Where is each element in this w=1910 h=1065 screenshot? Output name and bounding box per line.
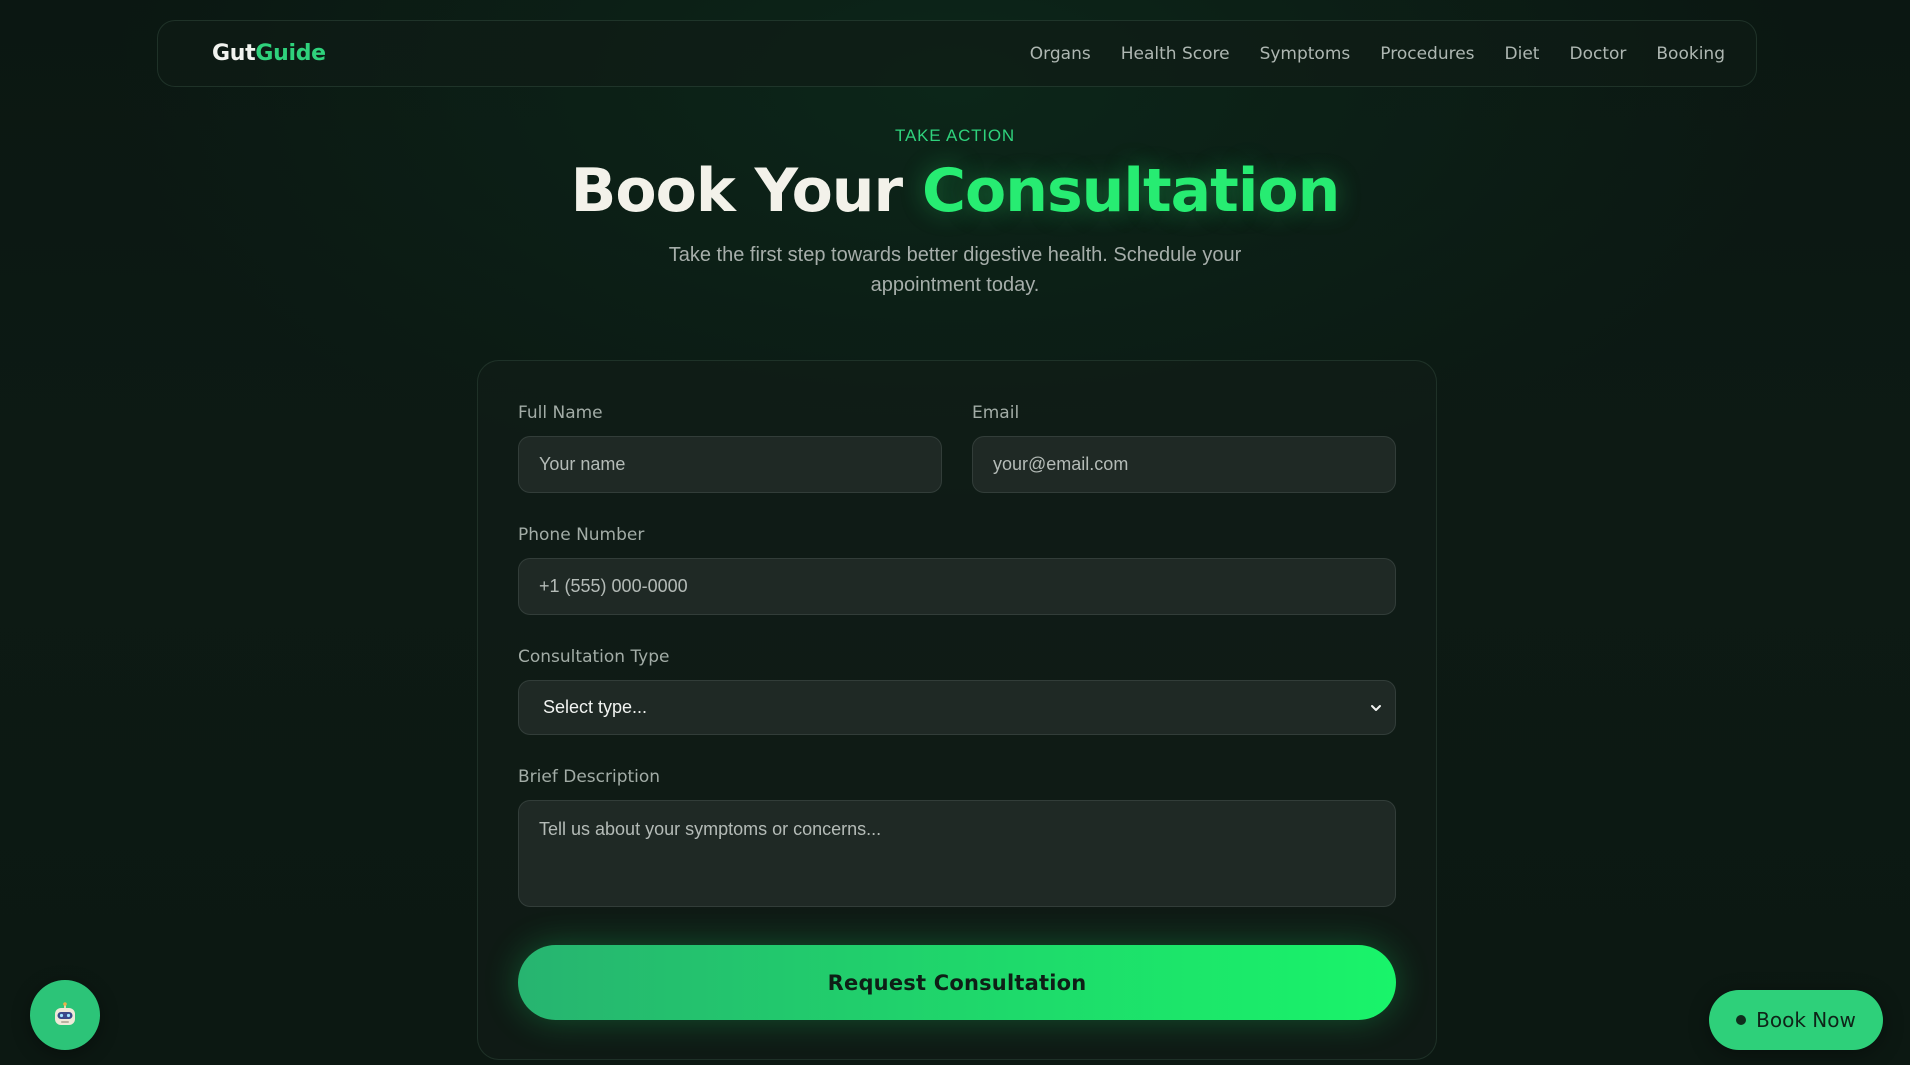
nav-link-organs[interactable]: Organs bbox=[1030, 44, 1091, 64]
page-subtitle: Take the first step towards better diges… bbox=[668, 244, 1242, 296]
full-name-input[interactable] bbox=[518, 436, 942, 493]
full-name-label: Full Name bbox=[518, 403, 603, 423]
consultation-type-select[interactable]: Select type... bbox=[518, 680, 1396, 735]
email-input[interactable] bbox=[972, 436, 1396, 493]
brand-name-part1: Gut bbox=[212, 41, 256, 66]
request-consultation-button[interactable]: Request Consultation bbox=[518, 945, 1396, 1020]
nav-links: Organs Health Score Symptoms Procedures … bbox=[1030, 44, 1725, 64]
section-eyebrow: TAKE ACTION bbox=[895, 126, 1015, 145]
consultation-type-label: Consultation Type bbox=[518, 647, 670, 667]
page-title-part2: Consultation bbox=[922, 156, 1340, 226]
status-dot-icon bbox=[1736, 1015, 1747, 1025]
nav-link-symptoms[interactable]: Symptoms bbox=[1260, 44, 1351, 64]
brand-logo[interactable]: GutGuide bbox=[212, 41, 326, 66]
chat-bot-button[interactable] bbox=[30, 980, 100, 1050]
nav-link-booking[interactable]: Booking bbox=[1656, 44, 1725, 64]
page-title-part1: Book Your bbox=[570, 156, 922, 226]
book-now-button[interactable]: Book Now bbox=[1709, 990, 1883, 1050]
nav-link-diet[interactable]: Diet bbox=[1505, 44, 1540, 64]
brand-name-part2: Guide bbox=[255, 41, 326, 66]
nav-link-doctor[interactable]: Doctor bbox=[1569, 44, 1626, 64]
navbar: GutGuide Organs Health Score Symptoms Pr… bbox=[157, 20, 1757, 87]
book-now-label: Book Now bbox=[1756, 1008, 1856, 1032]
consultation-type-value: Select type... bbox=[543, 697, 648, 717]
description-label: Brief Description bbox=[518, 767, 661, 787]
nav-link-procedures[interactable]: Procedures bbox=[1380, 44, 1474, 64]
nav-link-health-score[interactable]: Health Score bbox=[1121, 44, 1230, 64]
page-title: Book Your Consultation bbox=[0, 153, 1910, 229]
email-label: Email bbox=[972, 403, 1020, 423]
booking-form: Full Name Email Phone Number Consultatio… bbox=[477, 360, 1437, 1060]
description-textarea[interactable] bbox=[518, 800, 1396, 907]
phone-label: Phone Number bbox=[518, 525, 645, 545]
chevron-down-icon bbox=[1371, 704, 1381, 711]
robot-icon bbox=[55, 1002, 75, 1025]
phone-input[interactable] bbox=[518, 558, 1396, 615]
